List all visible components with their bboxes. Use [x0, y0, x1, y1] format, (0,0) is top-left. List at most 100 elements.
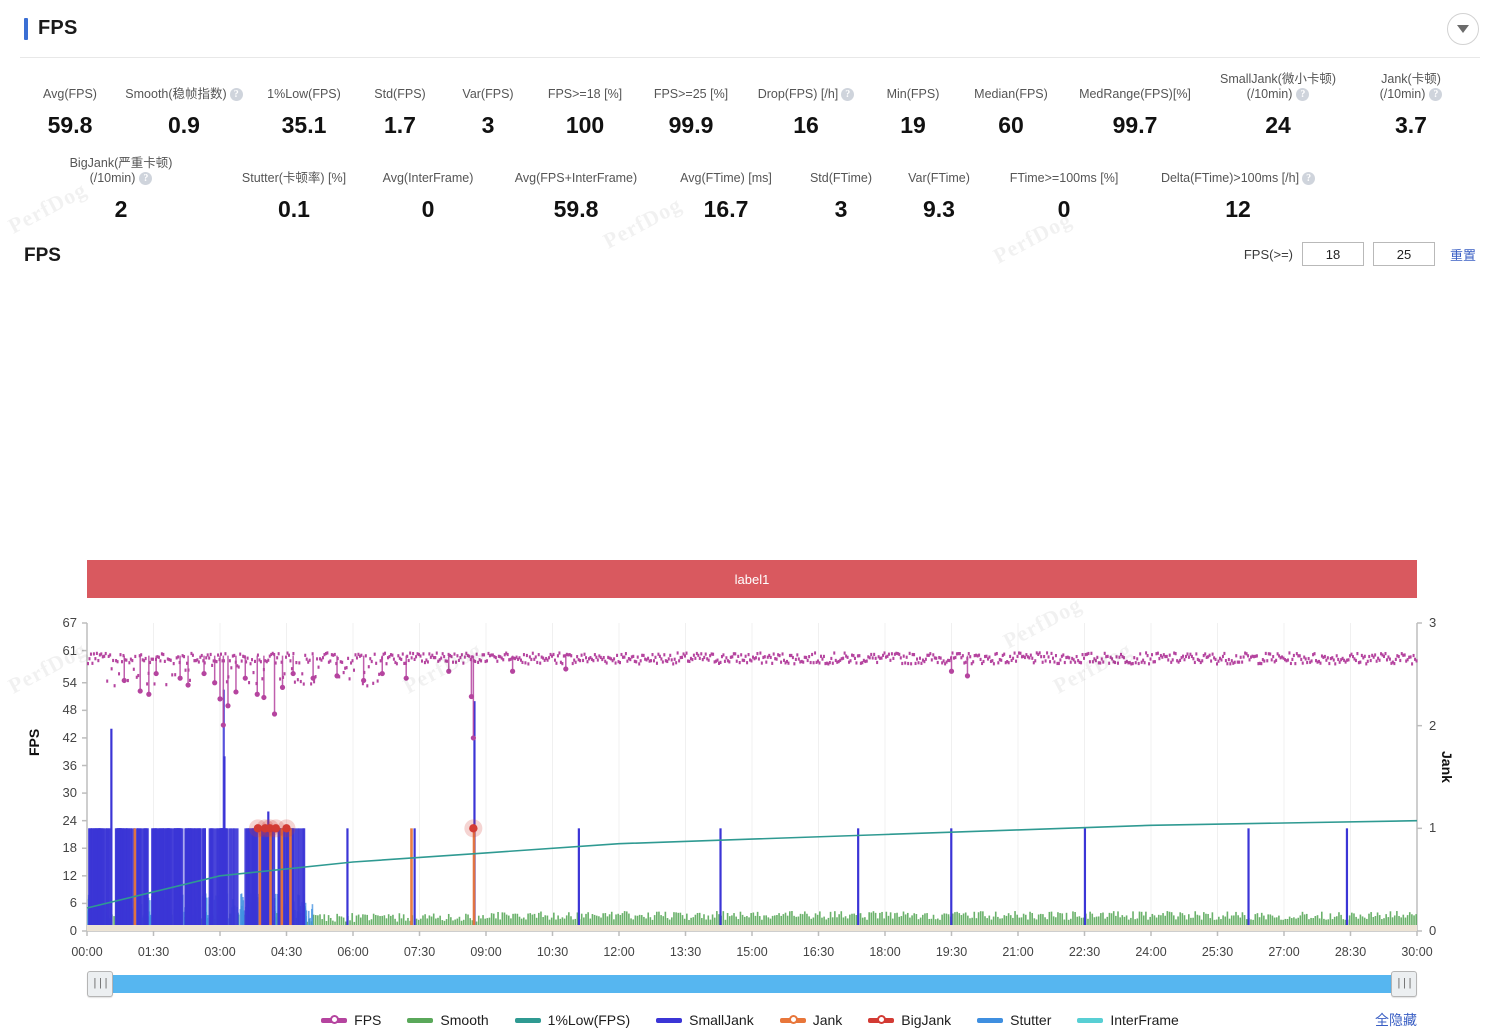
- metric-label-text: Avg(FPS): [43, 87, 97, 102]
- metric-label-text: 1%Low(FPS): [267, 87, 341, 102]
- metric-value: 35.1: [282, 112, 327, 138]
- legend-swatch: [977, 1018, 1003, 1023]
- metric-label: Var(FTime): [908, 171, 970, 186]
- metric-label-text: Avg(FPS+InterFrame): [515, 171, 637, 186]
- metric-value: 19: [900, 112, 926, 138]
- legend-item-bigjank[interactable]: BigJank: [868, 1012, 951, 1028]
- hide-all-button[interactable]: 全隐藏: [1375, 1010, 1417, 1030]
- x-tick-label: 04:30: [271, 945, 302, 959]
- help-icon[interactable]: ?: [230, 88, 243, 101]
- legend-swatch: [780, 1018, 806, 1023]
- legend-item-stutter[interactable]: Stutter: [977, 1012, 1051, 1028]
- legend-item-smalljank[interactable]: SmallJank: [656, 1012, 754, 1028]
- metric-value: 24: [1265, 112, 1291, 138]
- collapse-panel-button[interactable]: [1447, 13, 1479, 45]
- help-icon[interactable]: ?: [1429, 88, 1442, 101]
- range-track[interactable]: [101, 975, 1403, 993]
- legend-item-1%lowfps[interactable]: 1%Low(FPS): [515, 1012, 630, 1028]
- label-band-text: label1: [735, 572, 770, 587]
- legend-swatch: [515, 1018, 541, 1023]
- metric-value: 0.1: [278, 196, 310, 222]
- x-tick-label: 15:00: [736, 945, 767, 959]
- help-icon[interactable]: ?: [1302, 172, 1315, 185]
- x-tick-label: 28:30: [1335, 945, 1366, 959]
- metric-smooth: Smooth(稳帧指数)?0.9: [116, 87, 252, 138]
- plot-area[interactable]: 0612182430364248546167 0123 00:0001:3003…: [0, 611, 1500, 946]
- metric-label: Median(FPS): [974, 87, 1048, 102]
- metric-value: 3: [835, 196, 848, 222]
- x-tick-label: 30:00: [1401, 945, 1432, 959]
- y-tick-label: 0: [70, 923, 77, 938]
- x-tick-label: 06:00: [337, 945, 368, 959]
- metric-avginterframe: Avg(InterFrame)0: [364, 171, 492, 222]
- x-tick-label: 07:30: [404, 945, 435, 959]
- y-tick-label: 30: [63, 785, 77, 800]
- time-range-slider[interactable]: ||| |||: [87, 971, 1417, 997]
- help-icon[interactable]: ?: [841, 88, 854, 101]
- x-tick-label: 25:30: [1202, 945, 1233, 959]
- legend-swatch: [656, 1018, 682, 1023]
- legend-item-jank[interactable]: Jank: [780, 1012, 843, 1028]
- metric-stdfps: Std(FPS)1.7: [356, 87, 444, 138]
- metric-label: Std(FTime): [810, 171, 872, 186]
- metric-dropfpsh: Drop(FPS) [/h]? 16: [744, 87, 868, 138]
- y-tick-label: 24: [63, 813, 77, 828]
- metric-label-text: Stutter(卡顿率) [%]: [242, 171, 346, 186]
- metric-label-line1: Jank(卡顿): [1380, 72, 1443, 87]
- metric-label: Avg(FTime) [ms]: [680, 171, 772, 186]
- metric-label-line2: (/10min): [90, 171, 136, 186]
- legend-label: 1%Low(FPS): [548, 1012, 630, 1028]
- legend-label: InterFrame: [1110, 1012, 1178, 1028]
- chevron-down-icon: [1457, 25, 1469, 33]
- metric-value: 3: [482, 112, 495, 138]
- fps-chart-section: FPS FPS(>=) 重置 label1 FPS Jank 061218243…: [0, 236, 1500, 276]
- fps-threshold-low-input[interactable]: [1302, 242, 1364, 266]
- x-tick-label: 10:30: [537, 945, 568, 959]
- metric-avgftimems: Avg(FTime) [ms]16.7: [660, 171, 792, 222]
- y-tick-label: 61: [63, 643, 77, 658]
- x-tick-label: 03:00: [204, 945, 235, 959]
- legend-item-smooth[interactable]: Smooth: [407, 1012, 488, 1028]
- reset-button[interactable]: 重置: [1450, 245, 1476, 264]
- metric-label: FPS>=25 [%]: [654, 87, 728, 102]
- help-icon[interactable]: ?: [139, 172, 152, 185]
- metric-jank: Jank(卡顿)(/10min)?3.7: [1350, 72, 1472, 138]
- metric-label-text: Drop(FPS) [/h]: [758, 87, 839, 102]
- label-band[interactable]: label1: [87, 560, 1417, 598]
- metric-value: 100: [566, 112, 604, 138]
- metric-label: BigJank(严重卡顿)(/10min)?: [70, 156, 173, 186]
- metric-label-text: Min(FPS): [887, 87, 940, 102]
- title-accent-bar: [24, 18, 28, 40]
- grip-icon: |||: [92, 978, 109, 990]
- metric-value: 60: [998, 112, 1024, 138]
- metric-row-secondary: BigJank(严重卡顿)(/10min)? 2 Stutter(卡顿率) [%] 0…: [0, 156, 1500, 222]
- range-handle-left[interactable]: |||: [87, 971, 113, 997]
- metric-value: 59.8: [48, 112, 93, 138]
- legend-swatch: [1077, 1018, 1103, 1023]
- legend-item-interframe[interactable]: InterFrame: [1077, 1012, 1178, 1028]
- metric-value: 16: [793, 112, 819, 138]
- y-tick-label: 48: [63, 702, 77, 717]
- range-handle-right[interactable]: |||: [1391, 971, 1417, 997]
- metric-varftime: Var(FTime)9.3: [890, 171, 988, 222]
- metric-label: Jank(卡顿)(/10min)?: [1380, 72, 1443, 102]
- legend-swatch: [407, 1018, 433, 1023]
- x-tick-label: 21:00: [1002, 945, 1033, 959]
- metric-stutter%: Stutter(卡顿率) [%] 0.1: [224, 171, 364, 222]
- metric-minfps: Min(FPS) 19: [868, 87, 958, 138]
- metric-label-line1: SmallJank(微小卡顿): [1220, 72, 1336, 87]
- y2-tick-label: 2: [1429, 718, 1436, 733]
- metric-label: Min(FPS): [887, 87, 940, 102]
- legend-label: FPS: [354, 1012, 381, 1028]
- x-tick-label: 00:00: [71, 945, 102, 959]
- y-tick-label: 36: [63, 758, 77, 773]
- metric-value: 2: [115, 196, 128, 222]
- y-tick-label: 67: [63, 615, 77, 630]
- metric-value: 1.7: [384, 112, 416, 138]
- metrics-summary: Avg(FPS) 59.8 Smooth(稳帧指数)?0.9 1%Low(FPS) 35…: [0, 58, 1500, 226]
- fps-threshold-high-input[interactable]: [1373, 242, 1435, 266]
- legend-label: Stutter: [1010, 1012, 1051, 1028]
- help-icon[interactable]: ?: [1296, 88, 1309, 101]
- metric-varfps: Var(FPS)3: [444, 87, 532, 138]
- legend-item-fps[interactable]: FPS: [321, 1012, 381, 1028]
